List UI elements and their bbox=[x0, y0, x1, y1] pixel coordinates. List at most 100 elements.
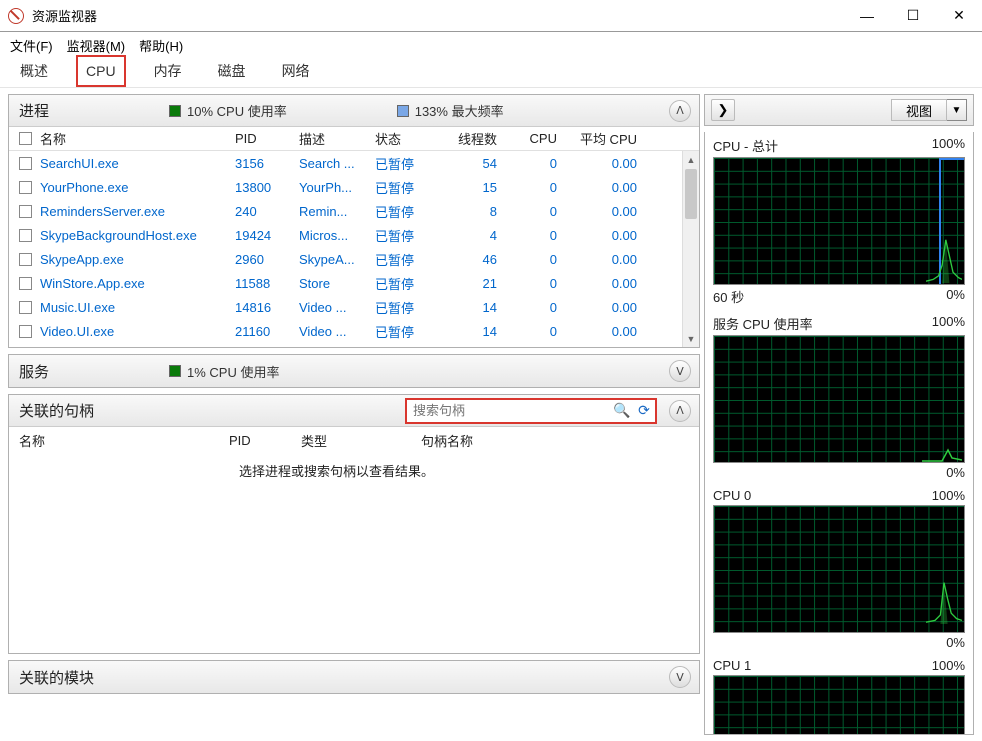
table-row[interactable]: Music.UI.exe14816Video ...已暂停1400.00 bbox=[9, 295, 699, 319]
row-checkbox[interactable] bbox=[19, 253, 32, 266]
modules-expand-button[interactable]: ᐯ bbox=[669, 666, 691, 688]
hcol-handle-name[interactable]: 句柄名称 bbox=[421, 431, 621, 450]
table-row[interactable]: SkypeApp.exe2960SkypeA...已暂停4600.00 bbox=[9, 247, 699, 271]
services-expand-button[interactable]: ᐯ bbox=[669, 360, 691, 382]
search-icon[interactable]: 🔍 bbox=[611, 402, 633, 419]
dropdown-icon: ▼ bbox=[952, 105, 962, 116]
proc-desc: Micros... bbox=[299, 228, 375, 243]
scroll-thumb[interactable] bbox=[685, 169, 697, 219]
proc-threads: 8 bbox=[435, 204, 507, 219]
table-row[interactable]: Video.UI.exe21160Video ...已暂停1400.00 bbox=[9, 319, 699, 343]
chart-canvas bbox=[713, 157, 965, 285]
proc-avgcpu: 0.00 bbox=[567, 252, 647, 267]
proc-status: 已暂停 bbox=[375, 154, 435, 173]
menu-monitor[interactable]: 监视器(M) bbox=[67, 36, 126, 55]
row-checkbox[interactable] bbox=[19, 325, 32, 338]
proc-desc: Search ... bbox=[299, 156, 375, 171]
close-button[interactable]: ✕ bbox=[936, 1, 982, 31]
proc-status: 已暂停 bbox=[375, 250, 435, 269]
chevron-down-icon: ᐯ bbox=[676, 671, 684, 684]
table-row[interactable]: YourPhone.exe13800YourPh...已暂停1500.00 bbox=[9, 175, 699, 199]
proc-desc: SkypeA... bbox=[299, 252, 375, 267]
chart-canvas bbox=[713, 675, 965, 735]
chart: CPU 0100%0% bbox=[713, 488, 965, 650]
chevron-down-icon: ᐯ bbox=[676, 365, 684, 378]
row-checkbox[interactable] bbox=[19, 301, 32, 314]
window-controls: — ☐ ✕ bbox=[844, 1, 982, 31]
handles-table-header[interactable]: 名称 PID 类型 句柄名称 bbox=[9, 427, 699, 453]
col-name[interactable]: 名称 bbox=[40, 129, 66, 148]
services-title: 服务 bbox=[19, 361, 49, 382]
services-panel: 服务 1% CPU 使用率 ᐯ bbox=[8, 354, 700, 388]
col-desc[interactable]: 描述 bbox=[299, 129, 375, 148]
table-row[interactable]: WinStore.App.exe11588Store已暂停2100.00 bbox=[9, 271, 699, 295]
maximize-button[interactable]: ☐ bbox=[890, 1, 936, 31]
handles-title: 关联的句柄 bbox=[19, 400, 94, 421]
modules-panel: 关联的模块 ᐯ bbox=[8, 660, 700, 694]
row-checkbox[interactable] bbox=[19, 277, 32, 290]
table-row[interactable]: SearchUI.exe3156Search ...已暂停5400.00 bbox=[9, 151, 699, 175]
processes-header[interactable]: 进程 10% CPU 使用率 133% 最大频率 ᐱ bbox=[9, 95, 699, 127]
processes-scrollbar[interactable]: ▲ ▼ bbox=[682, 151, 699, 347]
hcol-pid[interactable]: PID bbox=[229, 433, 301, 448]
chevron-up-icon: ᐱ bbox=[676, 104, 684, 117]
proc-status: 已暂停 bbox=[375, 322, 435, 341]
minimize-button[interactable]: — bbox=[844, 1, 890, 31]
col-threads[interactable]: 线程数 bbox=[435, 129, 507, 148]
tab-memory[interactable]: 内存 bbox=[146, 55, 190, 87]
hcol-name[interactable]: 名称 bbox=[19, 431, 229, 450]
proc-cpu: 0 bbox=[507, 276, 567, 291]
row-checkbox[interactable] bbox=[19, 157, 32, 170]
proc-threads: 46 bbox=[435, 252, 507, 267]
row-checkbox[interactable] bbox=[19, 205, 32, 218]
handles-search-input[interactable] bbox=[407, 401, 611, 420]
proc-name: SearchUI.exe bbox=[40, 156, 119, 171]
hcol-type[interactable]: 类型 bbox=[301, 431, 421, 450]
chart-xright: 0% bbox=[946, 287, 965, 306]
proc-avgcpu: 0.00 bbox=[567, 276, 647, 291]
row-checkbox[interactable] bbox=[19, 229, 32, 242]
collapse-charts-button[interactable]: ❯ bbox=[711, 99, 735, 121]
col-avgcpu[interactable]: 平均 CPU bbox=[567, 129, 647, 148]
proc-cpu: 0 bbox=[507, 252, 567, 267]
chart-max: 100% bbox=[932, 136, 965, 155]
table-row[interactable]: RemindersServer.exe240Remin...已暂停800.00 bbox=[9, 199, 699, 223]
chart-title: CPU 1 bbox=[713, 658, 751, 673]
col-pid[interactable]: PID bbox=[235, 131, 299, 146]
select-all-checkbox[interactable] bbox=[19, 132, 32, 145]
services-cpu-label: 1% CPU 使用率 bbox=[187, 362, 279, 381]
scroll-down-icon[interactable]: ▼ bbox=[683, 330, 699, 347]
proc-cpu: 0 bbox=[507, 324, 567, 339]
left-pane: 进程 10% CPU 使用率 133% 最大频率 ᐱ 名称 PID 描述 状态 … bbox=[0, 88, 702, 741]
tab-disk[interactable]: 磁盘 bbox=[210, 55, 254, 87]
tab-overview[interactable]: 概述 bbox=[12, 55, 56, 87]
modules-header[interactable]: 关联的模块 ᐯ bbox=[9, 661, 699, 693]
table-row[interactable]: SkypeBackgroundHost.exe19424Micros...已暂停… bbox=[9, 223, 699, 247]
right-toolbar: ❯ 视图 ▼ bbox=[704, 94, 974, 126]
max-freq-label: 133% 最大频率 bbox=[415, 101, 504, 120]
processes-table-header[interactable]: 名称 PID 描述 状态 线程数 CPU 平均 CPU bbox=[9, 127, 699, 151]
chevron-up-icon: ᐱ bbox=[676, 404, 684, 417]
refresh-icon[interactable]: ⟳ bbox=[633, 402, 655, 419]
services-header[interactable]: 服务 1% CPU 使用率 ᐯ bbox=[9, 355, 699, 387]
menu-file[interactable]: 文件(F) bbox=[10, 36, 53, 55]
handles-collapse-button[interactable]: ᐱ bbox=[669, 400, 691, 422]
col-cpu[interactable]: CPU bbox=[507, 131, 567, 146]
proc-name: Video.UI.exe bbox=[40, 324, 114, 339]
chart-xright: 0% bbox=[946, 635, 965, 650]
proc-pid: 240 bbox=[235, 204, 299, 219]
view-menu[interactable]: 视图 ▼ bbox=[891, 99, 967, 121]
scroll-up-icon[interactable]: ▲ bbox=[683, 151, 699, 168]
view-label[interactable]: 视图 bbox=[891, 99, 947, 121]
col-status[interactable]: 状态 bbox=[375, 129, 435, 148]
menu-help[interactable]: 帮助(H) bbox=[139, 36, 183, 55]
processes-collapse-button[interactable]: ᐱ bbox=[669, 100, 691, 122]
tab-network[interactable]: 网络 bbox=[274, 55, 318, 87]
row-checkbox[interactable] bbox=[19, 181, 32, 194]
handles-header[interactable]: 关联的句柄 🔍 ⟳ ᐱ bbox=[9, 395, 699, 427]
proc-desc: YourPh... bbox=[299, 180, 375, 195]
view-dropdown-button[interactable]: ▼ bbox=[947, 99, 967, 121]
tab-cpu[interactable]: CPU bbox=[76, 55, 126, 87]
handles-panel: 关联的句柄 🔍 ⟳ ᐱ 名称 PID 类型 句柄名称 选择进程或搜索句柄以查看结… bbox=[8, 394, 700, 654]
chart-title: 服务 CPU 使用率 bbox=[713, 314, 813, 333]
